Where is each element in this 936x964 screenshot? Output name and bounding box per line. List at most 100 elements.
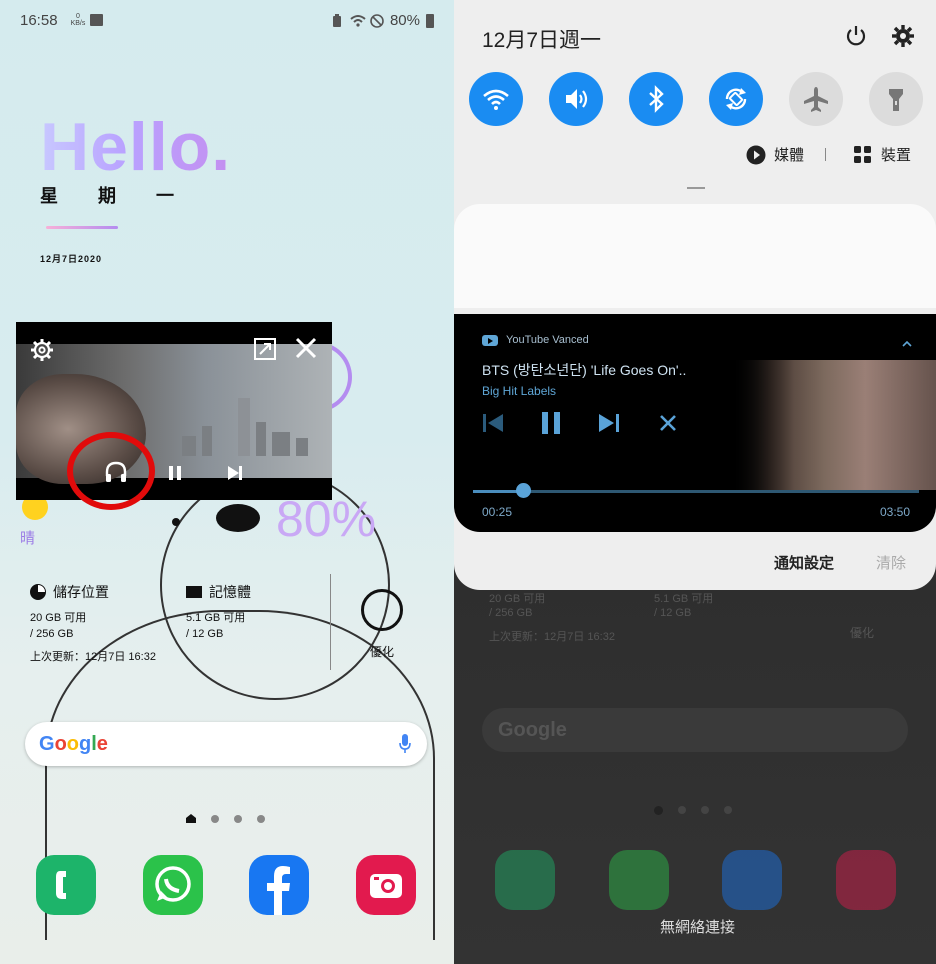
highlight-circle [67, 432, 155, 510]
pip-settings-gear-icon[interactable] [30, 338, 54, 362]
optimize-label: 優化 [370, 645, 395, 659]
pip-player[interactable] [16, 322, 332, 500]
settings-gear-icon[interactable] [891, 24, 915, 48]
media-app-name: YouTube Vanced [506, 334, 589, 346]
status-bar: 16:58 0 KB/s 80% [20, 12, 434, 32]
pip-pause-icon[interactable] [166, 464, 184, 482]
duration: 03:50 [879, 505, 910, 519]
power-icon[interactable] [844, 24, 868, 48]
dim-phone-app-icon [495, 850, 555, 910]
sound-toggle[interactable] [549, 72, 603, 126]
hello-widget: Hello. [40, 109, 232, 185]
flashlight-icon [889, 89, 903, 111]
flashlight-toggle[interactable] [869, 72, 923, 126]
airplane-mode-toggle[interactable] [789, 72, 843, 126]
devices-label: 裝置 [881, 147, 912, 164]
page-dot [234, 814, 242, 823]
close-icon[interactable] [655, 410, 681, 436]
panel-date: 12月7日週一 [482, 29, 602, 52]
battery-saver-icon [330, 13, 344, 28]
pip-close-icon[interactable] [293, 335, 319, 361]
facebook-app-icon[interactable] [249, 855, 309, 915]
notification-settings-button[interactable]: 通知設定 [774, 552, 834, 573]
gallery-notification-icon [90, 14, 103, 26]
dim-page-dots [654, 806, 732, 815]
google-search-bar[interactable]: Google [25, 722, 427, 766]
whatsapp-app-icon[interactable] [143, 855, 203, 915]
dim-storage-total: / 256 GB [489, 607, 533, 619]
quick-panel: 12月7日週一 媒體 裝置 YouTube Vanced BTS (방탄소년단)… [454, 0, 936, 590]
dim-whatsapp-app-icon [609, 850, 669, 910]
clock: 16:58 [20, 12, 58, 29]
battery-percent: 80% [389, 12, 420, 29]
current-time: 00:25 [482, 505, 513, 519]
volume-icon [566, 89, 588, 109]
dim-memory-total: / 12 GB [654, 607, 692, 619]
dim-google-logo: Google [498, 719, 567, 741]
play-circle-icon [746, 145, 766, 164]
media-notification[interactable]: YouTube Vanced BTS (방탄소년단) 'Life Goes On… [454, 314, 936, 532]
memory-label: 記憶體 [209, 584, 251, 600]
seek-bar[interactable] [473, 490, 919, 493]
pause-icon[interactable] [538, 410, 564, 436]
memory-total: / 12 GB [186, 628, 224, 640]
clear-button[interactable]: 清除 [876, 552, 906, 573]
media-title: BTS (방탄소년단) 'Life Goes On'.. [482, 362, 687, 378]
storage-pie-icon [30, 584, 46, 600]
media-output-button[interactable]: 媒體 [746, 144, 804, 165]
phone-app-icon[interactable] [36, 855, 96, 915]
dim-camera-app-icon [836, 850, 896, 910]
camera-app-icon[interactable] [356, 855, 416, 915]
bear-nose [216, 504, 260, 532]
optimize-icon[interactable] [361, 589, 403, 631]
devices-grid-icon [854, 145, 871, 163]
media-app-row: YouTube Vanced [482, 334, 589, 346]
page-dot [257, 814, 265, 823]
seek-thumb[interactable] [515, 483, 531, 498]
drag-handle[interactable] [687, 187, 705, 189]
divider [825, 148, 826, 161]
home-screen: 16:58 0 KB/s 80% Hello. 星期一 12月7日2020 晴 8… [0, 0, 454, 964]
storage-label: 儲存位置 [53, 584, 109, 600]
mic-icon[interactable] [399, 734, 411, 754]
video-frame [16, 344, 332, 484]
memory-chip-icon [186, 586, 202, 598]
page-indicator [186, 814, 265, 823]
divider [330, 574, 331, 670]
storage-value: 20 GB 可用 [30, 612, 87, 624]
wifi-icon [350, 14, 366, 28]
last-updated: 上次更新：12月7日 16:32 [30, 651, 156, 663]
devices-button[interactable]: 裝置 [853, 144, 911, 165]
wifi-toggle[interactable] [469, 72, 523, 126]
auto-rotate-toggle[interactable] [709, 72, 763, 126]
pip-next-icon[interactable] [226, 464, 244, 482]
dim-google-bar: Google [482, 708, 908, 752]
video-buildings [172, 396, 322, 456]
home-page-dot [186, 814, 196, 823]
do-not-disturb-icon [370, 13, 384, 28]
youtube-icon [482, 334, 498, 346]
wifi-icon [483, 89, 509, 110]
dim-memory-value: 5.1 GB 可用 [654, 593, 714, 605]
media-artist: Big Hit Labels [482, 384, 557, 398]
no-network-label: 無網絡連接 [660, 919, 736, 936]
previous-icon[interactable] [480, 410, 506, 436]
dim-storage-value: 20 GB 可用 [489, 593, 546, 605]
rotate-icon [725, 88, 747, 110]
dim-optimize-label: 優化 [850, 626, 875, 640]
bluetooth-toggle[interactable] [629, 72, 683, 126]
airplane-icon [804, 87, 828, 112]
page-dot [211, 814, 219, 823]
bear-eye [172, 518, 180, 526]
weather-label: 晴 [20, 530, 36, 547]
chevron-up-icon[interactable] [902, 336, 912, 347]
dim-last-updated: 上次更新：12月7日 16:32 [489, 631, 615, 643]
pip-expand-icon[interactable] [254, 338, 276, 360]
media-output-label: 媒體 [774, 147, 805, 164]
notification-card-blank [454, 204, 936, 308]
accent-underline [46, 226, 118, 229]
google-logo: Google [39, 733, 108, 755]
weekday-label: 星期一 [40, 186, 214, 206]
next-icon[interactable] [596, 410, 622, 436]
net-speed: 0 KB/s [70, 13, 86, 27]
